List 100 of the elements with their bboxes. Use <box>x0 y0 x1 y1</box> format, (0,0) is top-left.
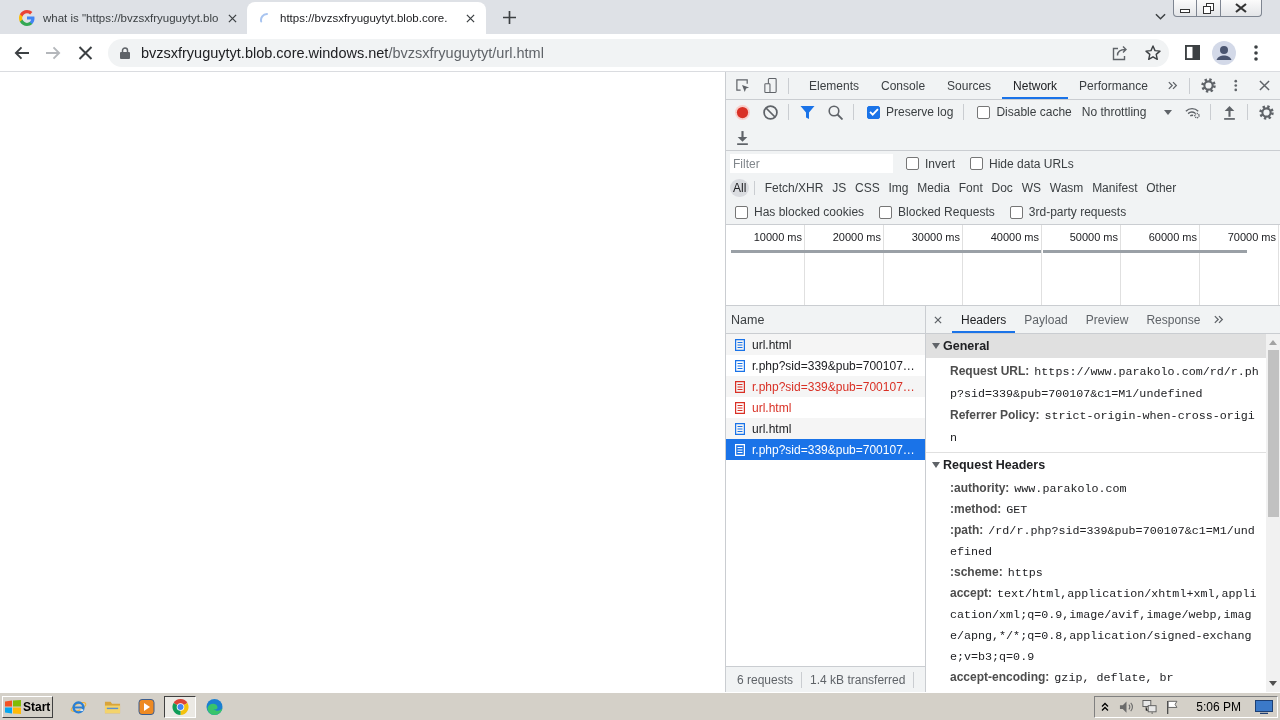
cursor-box-icon <box>734 78 750 93</box>
speaker-icon[interactable] <box>1119 699 1135 714</box>
checkbox[interactable] <box>879 205 893 219</box>
flag-icon[interactable] <box>1165 699 1181 714</box>
option-label[interactable]: Has blocked cookies <box>754 205 865 219</box>
scrollbar-thumb[interactable] <box>1267 350 1279 517</box>
forward-arrow-icon <box>46 45 62 60</box>
type-filter[interactable]: JS <box>827 179 851 197</box>
timeline-tick: 40000 ms <box>990 231 1039 243</box>
restore-button[interactable] <box>1197 0 1221 17</box>
type-filter[interactable]: All <box>730 179 750 197</box>
devices-icon <box>762 78 778 93</box>
checkbox[interactable] <box>906 157 919 170</box>
play-icon <box>137 698 155 715</box>
close-icon <box>465 13 475 23</box>
header-entry: accept-encoding: gzip, deflate, br <box>950 669 1175 687</box>
timeline-tick: 60000 ms <box>1148 231 1197 243</box>
detail-tab[interactable]: Payload <box>1015 306 1077 333</box>
column-header[interactable]: Name <box>731 312 765 327</box>
x-icon <box>78 45 94 60</box>
document-icon <box>735 380 745 393</box>
panel-tab[interactable]: Sources <box>936 72 1003 99</box>
checkbox[interactable] <box>970 157 983 170</box>
filter-field[interactable]: Filter <box>730 154 893 173</box>
browser-tab[interactable]: what is "https://bvzsxfryuguytyt.blo <box>8 2 247 34</box>
type-filter[interactable]: WS <box>1017 179 1046 197</box>
option-label[interactable]: Blocked Requests <box>898 205 995 219</box>
section-header[interactable]: General <box>926 334 1266 358</box>
request-row[interactable]: r.php?sid=339&pub=700107… <box>726 439 925 460</box>
document-icon <box>735 443 745 456</box>
network-icon[interactable] <box>1142 699 1158 714</box>
type-filter[interactable]: Other <box>1141 179 1181 197</box>
type-filter[interactable]: Font <box>954 179 988 197</box>
search-icon <box>827 104 843 120</box>
request-row[interactable]: r.php?sid=339&pub=700107… <box>726 355 925 376</box>
option-label[interactable]: Invert <box>925 156 955 171</box>
clock[interactable]: 5:06 PM <box>1196 699 1241 714</box>
request-row[interactable]: url.html <box>726 397 925 418</box>
checkbox[interactable] <box>867 105 880 119</box>
type-filter[interactable]: Wasm <box>1045 179 1088 197</box>
type-filter[interactable]: Manifest <box>1087 179 1142 197</box>
wave-logo-icon <box>205 698 223 715</box>
type-filter[interactable]: Fetch/XHR <box>760 179 828 197</box>
avatar-icon <box>1212 40 1237 65</box>
close-icon <box>1235 3 1247 13</box>
timeline-tick: 10000 ms <box>753 231 802 243</box>
block-icon <box>762 104 778 120</box>
star-icon <box>1145 44 1162 61</box>
panel-tab[interactable]: Performance <box>1068 72 1159 99</box>
timeline-tick: 20000 ms <box>832 231 881 243</box>
restore-icon <box>1203 2 1214 14</box>
panel-tab[interactable]: Console <box>870 72 937 99</box>
document-icon <box>735 401 745 414</box>
scrollbar[interactable] <box>1266 334 1280 692</box>
option-label[interactable]: Preserve log <box>886 105 954 119</box>
profile-button[interactable] <box>1210 38 1239 67</box>
close-icon <box>1258 80 1270 91</box>
type-filter[interactable]: Img <box>884 179 913 197</box>
request-row[interactable]: url.html <box>726 418 925 439</box>
document-icon <box>735 359 745 372</box>
section-header[interactable]: Request Headers <box>926 453 1266 477</box>
checkbox[interactable] <box>1009 205 1023 219</box>
timeline-tick: 50000 ms <box>1069 231 1118 243</box>
address-bar[interactable]: bvzsxfryuguytyt.blob.core.windows.net/bvzsxfryuguytyt/url.html <box>107 38 1170 67</box>
option-label[interactable]: Disable cache <box>996 105 1072 119</box>
menu-icon <box>1234 79 1238 92</box>
chevron-up-icon[interactable] <box>1101 701 1110 712</box>
start-button[interactable]: Start <box>2 695 53 718</box>
browser-tab[interactable]: https://bvzsxfryuguytyt.blob.core. <box>247 2 486 34</box>
throttling-dropdown[interactable]: No throttling <box>1077 101 1178 123</box>
checkbox[interactable] <box>735 205 748 219</box>
option-label[interactable]: 3rd-party requests <box>1028 205 1127 219</box>
type-filter[interactable]: Doc <box>987 179 1018 197</box>
request-row[interactable]: r.php?sid=339&pub=700107… <box>726 376 925 397</box>
url-text: bvzsxfryuguytyt.blob.core.windows.net/bvzsxfryuguytyt/url.html <box>140 44 544 61</box>
monitor-icon[interactable] <box>1255 699 1273 714</box>
filter-icon <box>799 104 815 120</box>
menu-icon <box>1254 44 1259 61</box>
detail-tab[interactable]: Response <box>1137 306 1210 333</box>
detail-tab[interactable]: Preview <box>1076 306 1138 333</box>
double-chevron-icon <box>1167 81 1178 90</box>
minimize-button[interactable] <box>1173 0 1197 17</box>
double-chevron-icon <box>1214 315 1225 324</box>
minimize-icon <box>1180 8 1190 13</box>
settings-icon <box>1258 104 1274 120</box>
windows-flag-icon <box>5 699 21 714</box>
taskbar-app-button[interactable] <box>164 695 196 718</box>
type-filter[interactable]: CSS <box>850 179 885 197</box>
back-arrow-icon <box>14 45 30 60</box>
window-close-button[interactable] <box>1221 0 1262 17</box>
checkbox[interactable] <box>977 105 991 119</box>
option-label[interactable]: Hide data URLs <box>989 156 1074 171</box>
chevron-down-icon <box>1154 12 1166 20</box>
close-icon <box>934 315 942 324</box>
type-filter[interactable]: Media <box>912 179 955 197</box>
upload-icon <box>1221 104 1237 120</box>
timeline-tick: 30000 ms <box>911 231 960 243</box>
scroll-up-icon <box>1269 340 1277 345</box>
request-row[interactable]: url.html <box>726 334 925 355</box>
panel-tab[interactable]: Elements <box>798 72 871 99</box>
